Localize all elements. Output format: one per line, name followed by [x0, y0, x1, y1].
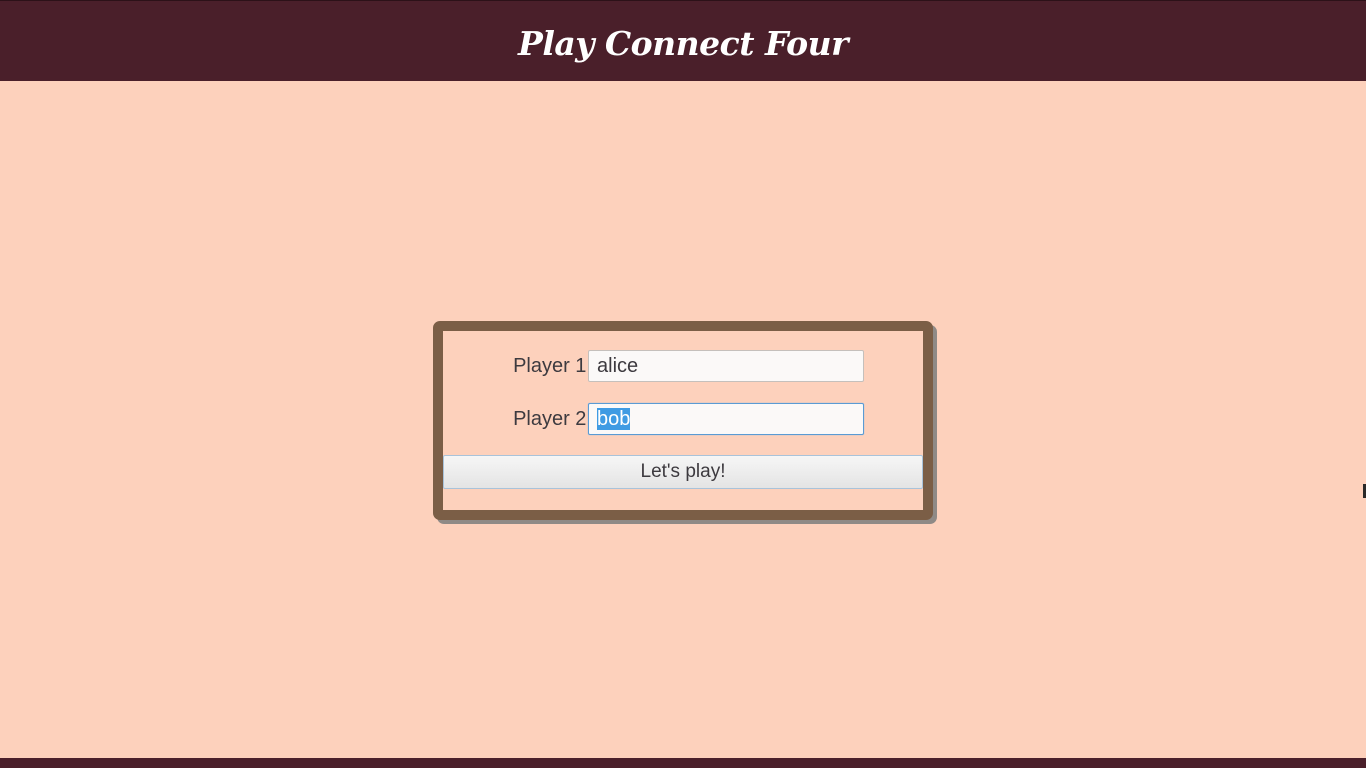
- player2-label: Player 2:: [513, 408, 592, 430]
- page-title: Play Connect Four: [518, 24, 849, 63]
- app-header: Play Connect Four: [0, 0, 1366, 81]
- player2-input-value: bob: [597, 408, 631, 430]
- player2-row: Player 2: bob: [443, 403, 923, 435]
- page-footer: [0, 758, 1366, 768]
- lets-play-button[interactable]: Let's play!: [443, 455, 923, 489]
- player2-input[interactable]: bob: [588, 403, 864, 435]
- player1-input[interactable]: alice: [588, 350, 864, 382]
- player-setup-form: Player 1: alice Player 2: bob Let's play…: [433, 321, 933, 520]
- player1-input-value: alice: [597, 355, 639, 377]
- player1-label: Player 1:: [513, 355, 592, 377]
- player1-row: Player 1: alice: [443, 350, 923, 382]
